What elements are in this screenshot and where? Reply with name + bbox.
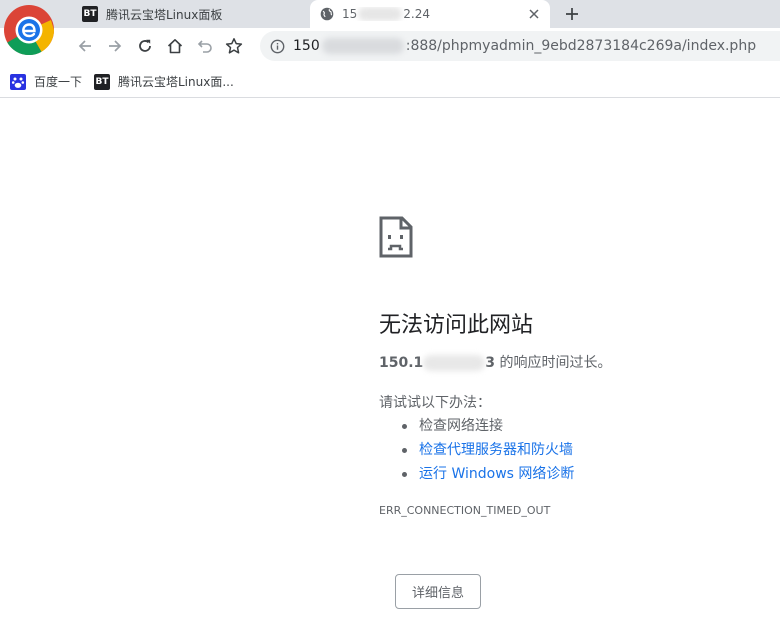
bt-icon: BT — [94, 73, 110, 90]
tab-strip: BT 腾讯云宝塔Linux面板 15 2.24 — [0, 0, 780, 28]
address-bar[interactable]: 150:888/phpmyadmin_9ebd2873184c269a/inde… — [260, 31, 780, 61]
browser-logo-icon — [3, 4, 55, 56]
redacted-blur — [358, 7, 403, 22]
bookmark-label: 腾讯云宝塔Linux面... — [118, 75, 234, 89]
sad-page-icon — [379, 216, 413, 258]
forward-arrow-icon[interactable] — [103, 34, 127, 58]
error-title: 无法访问此网站 — [379, 313, 534, 338]
suggestion-check-connection: 检查网络连接 — [398, 414, 574, 438]
toolbar: 150:888/phpmyadmin_9ebd2873184c269a/inde… — [0, 28, 780, 64]
bookmark-star-icon[interactable] — [222, 34, 246, 58]
redacted-blur — [321, 38, 404, 54]
redacted-blur — [423, 355, 486, 371]
suggestions-heading: 请试试以下办法： — [379, 395, 491, 411]
globe-icon — [320, 7, 334, 21]
suggestion-run-diagnostics-link[interactable]: 运行 Windows 网络诊断 — [398, 462, 574, 486]
bookmark-label: 百度一下 — [34, 75, 83, 89]
suggestions-list: 检查网络连接 检查代理服务器和防火墙 运行 Windows 网络诊断 — [398, 414, 574, 486]
error-code: ERR_CONNECTION_TIMED_OUT — [379, 504, 551, 517]
info-icon[interactable] — [269, 38, 285, 54]
tab-title: 腾讯云宝塔Linux面板 — [106, 7, 223, 22]
undo-icon[interactable] — [193, 34, 217, 58]
url-text[interactable]: 150:888/phpmyadmin_9ebd2873184c269a/inde… — [293, 38, 756, 54]
back-arrow-icon[interactable] — [73, 34, 97, 58]
close-icon[interactable] — [526, 6, 542, 22]
tab-active-phpmyadmin[interactable]: 15 2.24 — [310, 0, 550, 28]
tab-title: 15 2.24 — [342, 6, 430, 22]
new-tab-plus-icon[interactable] — [561, 3, 583, 25]
details-button[interactable]: 详细信息 — [395, 574, 481, 609]
error-host-message: 150.1 3 的响应时间过长。 — [379, 355, 612, 371]
bookmark-bt-panel[interactable]: BT 腾讯云宝塔Linux面... — [94, 73, 234, 90]
home-icon[interactable] — [163, 34, 187, 58]
bookmarks-bar: 百度一下 BT 腾讯云宝塔Linux面... — [0, 64, 780, 98]
baidu-paw-icon — [10, 73, 26, 90]
tab-bt-panel[interactable]: BT 腾讯云宝塔Linux面板 — [76, 0, 308, 28]
bt-favicon-icon: BT — [82, 6, 98, 22]
reload-icon[interactable] — [133, 34, 157, 58]
bookmark-baidu[interactable]: 百度一下 — [10, 73, 82, 90]
suggestion-check-proxy-firewall-link[interactable]: 检查代理服务器和防火墙 — [398, 438, 574, 462]
